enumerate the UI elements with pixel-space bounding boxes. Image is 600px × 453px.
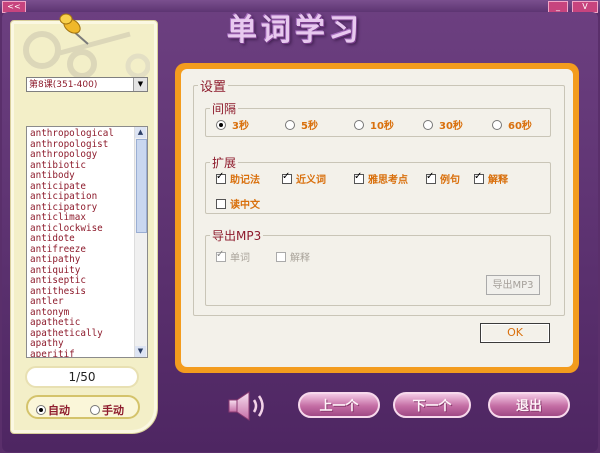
word-list-item[interactable]: anticlimax (30, 212, 136, 224)
export-legend: 导出MP3 (212, 229, 262, 243)
word-list-item[interactable]: antiseptic (30, 275, 136, 287)
lesson-select-value: 第8课(351-400) (29, 80, 98, 90)
word-list-item[interactable]: antler (30, 296, 136, 308)
lesson-select[interactable]: 第8课(351-400) ▼ (26, 77, 148, 92)
radio-icon (216, 120, 226, 130)
checkbox-icon (474, 171, 484, 184)
word-list-item[interactable]: aperitif (30, 349, 136, 357)
checkbox-icon (282, 171, 292, 184)
export-explain-label: 解释 (290, 253, 310, 264)
prev-button[interactable]: 上一个 (298, 392, 380, 418)
word-list-item[interactable]: antidote (30, 233, 136, 245)
export-mp3-button[interactable]: 导出MP3 (486, 275, 540, 295)
next-button[interactable]: 下一个 (393, 392, 471, 418)
scroll-down-icon[interactable]: ▼ (135, 346, 146, 357)
checkbox-icon (216, 199, 226, 209)
scroll-thumb[interactable] (136, 139, 147, 233)
extend-option-4[interactable]: 解释 (474, 171, 508, 186)
extend-option-label: 例句 (440, 175, 460, 186)
settings-title: 设置 (200, 80, 227, 95)
word-list-item[interactable]: anticipation (30, 191, 136, 203)
exit-button[interactable]: 退出 (488, 392, 570, 418)
extend-option-label: 雅思考点 (368, 175, 408, 186)
interval-option-label: 10秒 (370, 121, 394, 132)
app-title: 单词学习 (227, 13, 363, 48)
interval-option-label: 3秒 (232, 121, 249, 132)
extend-legend: 扩展 (212, 156, 237, 170)
checkbox-icon (426, 171, 436, 184)
interval-option-2[interactable]: 10秒 (354, 117, 394, 132)
ok-button[interactable]: OK (480, 323, 550, 343)
extend-option-0[interactable]: 助记法 (216, 171, 260, 186)
export-word-label: 单词 (230, 253, 250, 264)
pushpin-icon (59, 13, 89, 45)
mode-auto-label: 自动 (48, 404, 70, 417)
checkbox-icon (216, 249, 226, 262)
word-counter: 1/50 (25, 366, 139, 388)
extend-option-3[interactable]: 例句 (426, 171, 460, 186)
interval-option-label: 60秒 (508, 121, 532, 132)
extend-option-2[interactable]: 雅思考点 (354, 171, 408, 186)
interval-option-1[interactable]: 5秒 (285, 117, 318, 132)
mode-auto-radio[interactable]: 自动 (36, 402, 70, 418)
extend-option-label: 助记法 (230, 175, 260, 186)
word-list-item[interactable]: anthropological (30, 128, 136, 140)
checkbox-icon (216, 171, 226, 184)
export-word-checkbox[interactable]: 单词 (216, 249, 250, 264)
mode-selector: 自动 手动 (26, 395, 140, 419)
checkbox-icon (276, 252, 286, 262)
radio-icon (492, 120, 502, 130)
radio-icon (285, 120, 295, 130)
extend-option-label: 解释 (488, 175, 508, 186)
interval-legend: 间隔 (212, 102, 237, 116)
extend-option-5[interactable]: 读中文 (216, 196, 260, 211)
interval-option-0[interactable]: 3秒 (216, 117, 249, 132)
word-list-item[interactable]: apathetic (30, 317, 136, 329)
interval-option-label: 5秒 (301, 121, 318, 132)
word-list[interactable]: anthropological anthropologist anthropolog… (26, 126, 148, 358)
word-list-item[interactable]: antipathy (30, 254, 136, 266)
chevron-down-icon[interactable]: ▼ (133, 78, 147, 91)
word-list-scrollbar[interactable]: ▲ ▼ (134, 127, 147, 357)
interval-option-3[interactable]: 30秒 (423, 117, 463, 132)
word-list-item[interactable]: anthropology (30, 149, 136, 161)
interval-option-4[interactable]: 60秒 (492, 117, 532, 132)
interval-option-label: 30秒 (439, 121, 463, 132)
radio-icon (36, 405, 46, 415)
word-list-item[interactable]: apathy (30, 338, 136, 350)
extend-option-label: 读中文 (230, 200, 260, 211)
radio-icon (354, 120, 364, 130)
speaker-icon[interactable] (226, 390, 272, 422)
mode-manual-radio[interactable]: 手动 (90, 402, 124, 418)
checkbox-icon (354, 171, 364, 184)
word-list-items: anthropological anthropologist anthropolog… (27, 127, 136, 357)
extend-option-label: 近义词 (296, 175, 326, 186)
mode-manual-label: 手动 (102, 404, 124, 417)
word-list-item[interactable]: antibody (30, 170, 136, 182)
extend-option-1[interactable]: 近义词 (282, 171, 326, 186)
radio-icon (90, 405, 100, 415)
export-explain-checkbox[interactable]: 解释 (276, 249, 310, 264)
radio-icon (423, 120, 433, 130)
scroll-up-icon[interactable]: ▲ (135, 127, 146, 138)
